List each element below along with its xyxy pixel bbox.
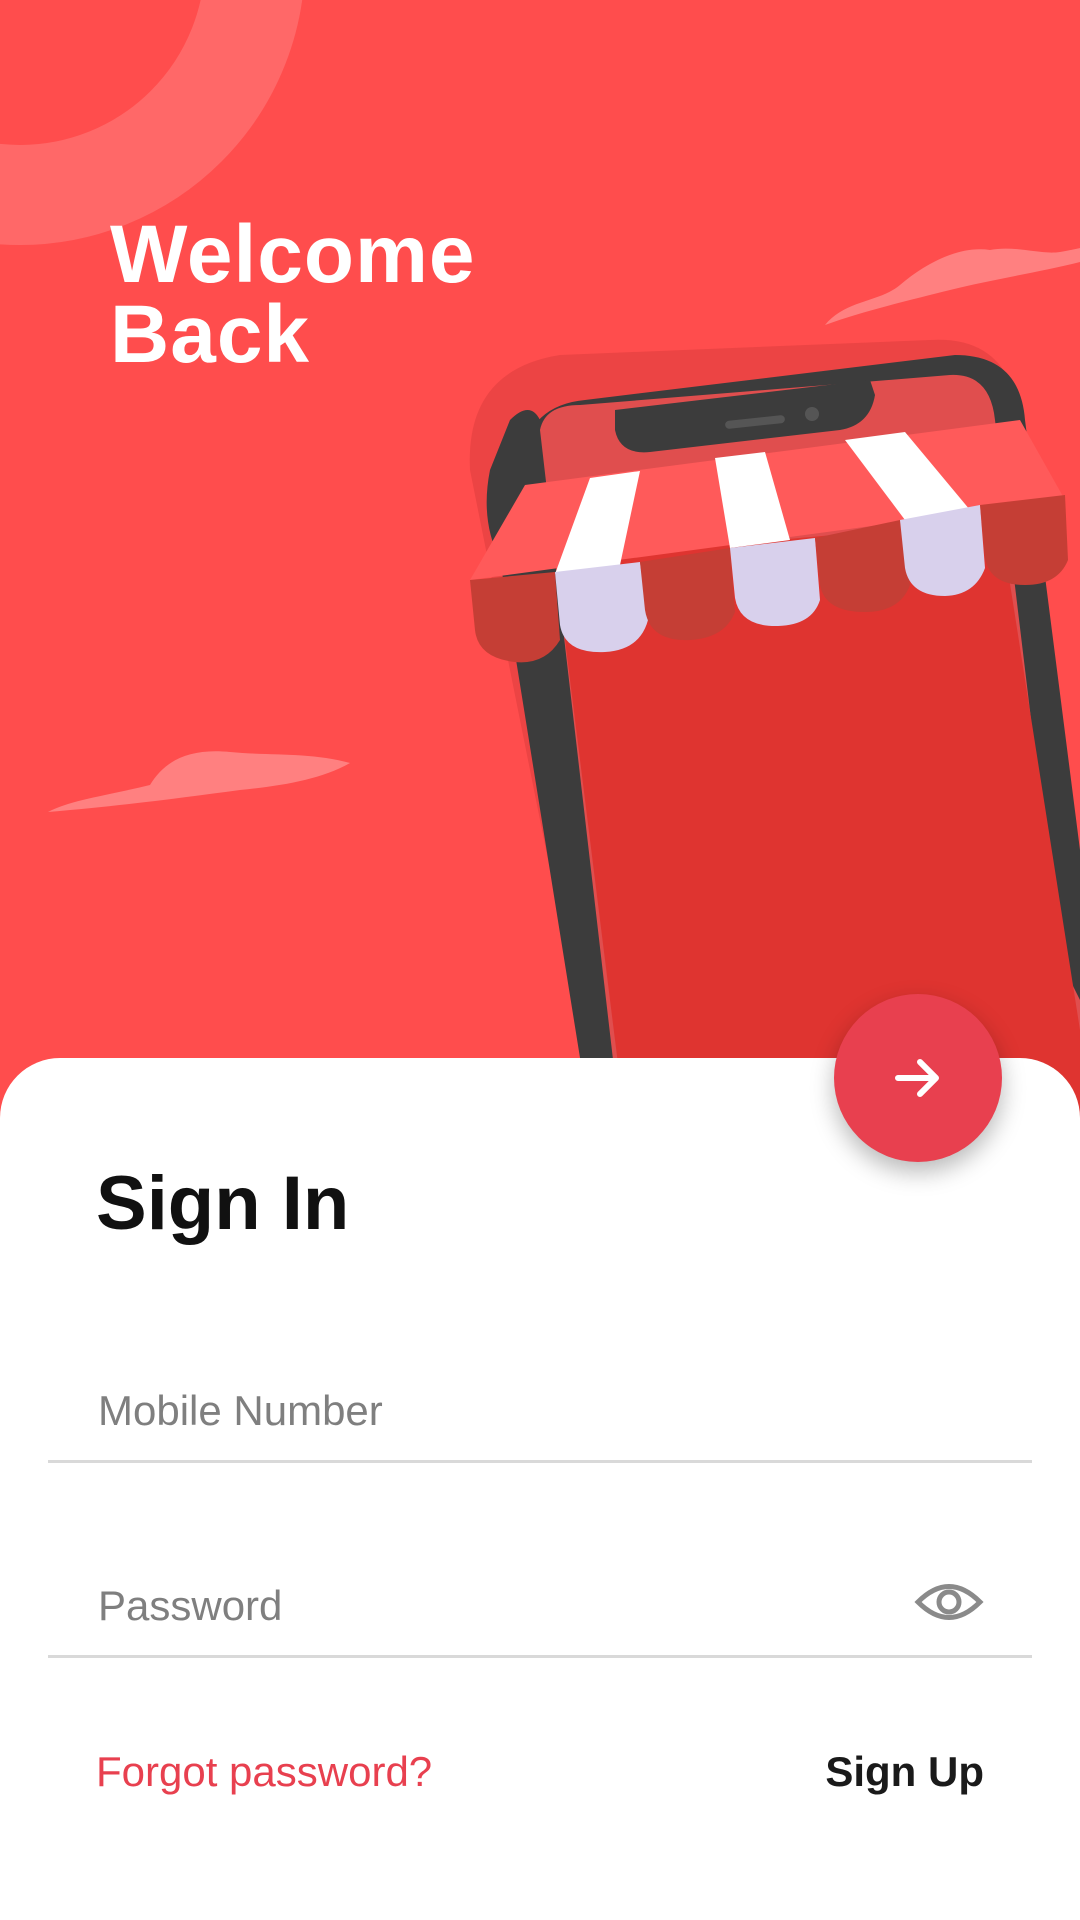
password-field <box>48 1535 1032 1658</box>
welcome-title-line2: Back <box>110 289 311 380</box>
hero-banner: Welcome Back <box>0 0 1080 1120</box>
forgot-password-link[interactable]: Forgot password? <box>96 1748 432 1796</box>
mobile-number-input[interactable] <box>96 1380 900 1442</box>
auth-links: Forgot password? Sign Up <box>96 1748 984 1796</box>
sign-up-link[interactable]: Sign Up <box>825 1748 984 1796</box>
sign-in-title: Sign In <box>96 1161 350 1246</box>
welcome-title: Welcome Back <box>110 209 476 380</box>
submit-arrow-button[interactable] <box>834 994 1002 1162</box>
welcome-title-line1: Welcome <box>110 209 476 300</box>
eye-icon[interactable] <box>914 1577 984 1627</box>
mobile-number-field <box>48 1340 1032 1463</box>
storefront-phone-icon <box>0 0 1080 1120</box>
password-input[interactable] <box>96 1575 900 1637</box>
arrow-right-icon <box>895 1059 939 1097</box>
